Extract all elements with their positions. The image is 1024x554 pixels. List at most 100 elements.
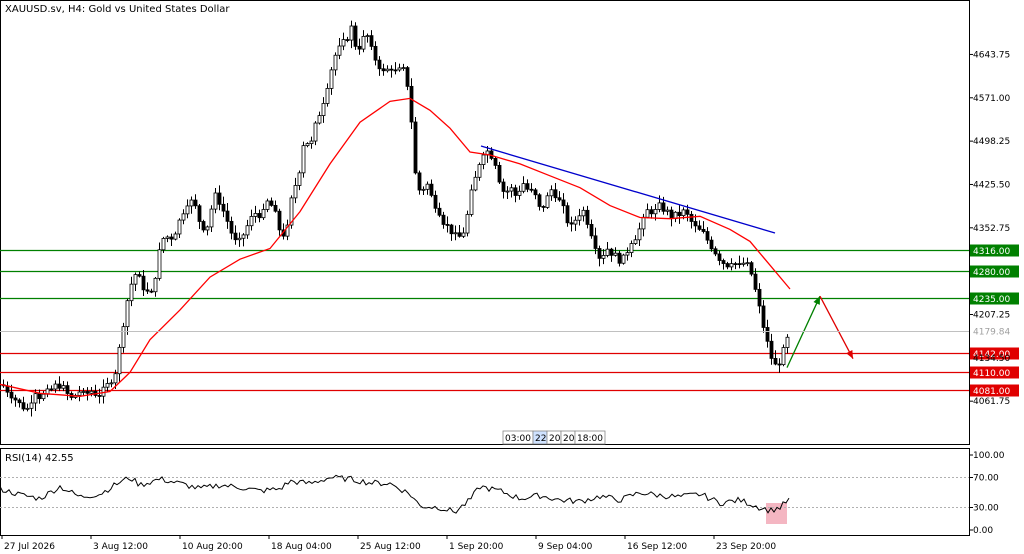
candle-body	[361, 35, 366, 50]
date-box-text: 22	[535, 434, 546, 444]
candle-body	[81, 391, 86, 393]
candle-body	[401, 67, 406, 69]
candle-body	[765, 327, 770, 342]
candle-body	[433, 194, 438, 209]
candle-body	[681, 209, 686, 217]
candle-body	[653, 209, 658, 215]
candle-body	[17, 399, 22, 404]
candle-body	[629, 243, 634, 253]
time-tick-label: 25 Aug 12:00	[360, 542, 421, 552]
candle-body	[757, 288, 762, 307]
candle-body	[129, 283, 134, 302]
candle-body	[49, 388, 54, 391]
candle-body	[353, 25, 358, 47]
candle-body	[389, 68, 394, 71]
candle-body	[105, 383, 110, 388]
candle-body	[21, 402, 26, 410]
candle-body	[641, 216, 646, 230]
candle-body	[237, 237, 242, 241]
candle-body	[581, 209, 586, 217]
candle-body	[257, 213, 262, 219]
candle-body	[37, 393, 42, 400]
candle-body	[473, 176, 478, 191]
candle-body	[309, 140, 314, 144]
level-label: 4110.00	[973, 369, 1010, 379]
chart-title: XAUUSD.sv, H4: Gold vs United States Dol…	[5, 4, 230, 15]
level-label: 4081.00	[973, 387, 1010, 397]
candle-body	[177, 219, 182, 235]
candle-body	[265, 200, 270, 210]
candle-body	[781, 347, 786, 366]
candle-body	[325, 88, 330, 104]
candle-body	[29, 402, 34, 409]
rsi-tick-label: 100.00	[973, 451, 1005, 461]
candle-body	[665, 209, 670, 212]
candle-body	[61, 385, 66, 389]
candle-body	[241, 234, 246, 239]
candle-body	[417, 172, 422, 191]
candle-body	[413, 121, 418, 174]
candle-body	[181, 213, 186, 221]
candle-body	[245, 225, 250, 236]
candle-body	[657, 202, 662, 210]
candle-body	[317, 115, 322, 124]
candle-body	[277, 210, 282, 231]
candle-body	[573, 219, 578, 225]
candle-body	[645, 209, 650, 218]
candle-body	[533, 189, 538, 196]
candle-body	[633, 239, 638, 244]
candle-body	[749, 262, 754, 275]
candle-body	[221, 203, 226, 212]
candle-body	[553, 189, 558, 199]
candle-body	[349, 25, 354, 41]
candle-body	[313, 122, 318, 142]
candle-body	[133, 274, 138, 285]
candle-body	[477, 164, 482, 178]
candle-body	[729, 263, 734, 268]
overlapped-price-tick: 4134.50	[973, 354, 1010, 364]
candle-body	[649, 209, 654, 215]
candle-body	[609, 248, 614, 256]
rsi-tick-label: 30.00	[973, 504, 999, 514]
candle-body	[165, 236, 170, 239]
candle-body	[545, 195, 550, 208]
candle-body	[453, 232, 458, 235]
candle-body	[373, 45, 378, 61]
rsi-tick-label: 70.00	[973, 474, 999, 484]
candle-body	[381, 68, 386, 72]
candle-body	[365, 35, 370, 38]
candle-body	[705, 231, 710, 241]
candle-body	[537, 194, 542, 207]
candle-body	[113, 373, 118, 384]
candle-body	[301, 145, 306, 174]
time-tick-label: 18 Aug 04:00	[271, 542, 332, 552]
candle-body	[517, 190, 522, 196]
rsi-axis: 100.00 70.00 30.00 0.00	[969, 451, 1005, 536]
candle-body	[569, 222, 574, 225]
candle-body	[769, 340, 774, 359]
time-tick-label: 9 Sep 04:00	[538, 542, 593, 552]
candle-body	[9, 391, 14, 399]
candle-body	[753, 273, 758, 290]
candle-body	[637, 228, 642, 241]
candle-body	[305, 143, 310, 147]
candle-body	[465, 214, 470, 234]
candle-body	[493, 158, 498, 166]
candle-body	[425, 183, 430, 190]
candle-body	[733, 263, 738, 266]
price-panel-frame	[0, 0, 970, 445]
candle-body	[429, 183, 434, 196]
candle-body	[201, 221, 206, 231]
candle-body	[213, 192, 218, 210]
candle-body	[773, 357, 778, 365]
candle-body	[497, 164, 502, 183]
candle-body	[341, 39, 346, 47]
time-tick-label: 3 Aug 12:00	[93, 542, 148, 552]
chart-canvas: XAUUSD.sv, H4: Gold vs United States Dol…	[0, 0, 1019, 552]
candle-body	[441, 214, 446, 225]
candle-body	[173, 233, 178, 240]
rsi-oversold-highlight	[766, 503, 787, 524]
candle-body	[121, 326, 126, 348]
candle-body	[117, 346, 122, 375]
candle-body	[333, 54, 338, 71]
